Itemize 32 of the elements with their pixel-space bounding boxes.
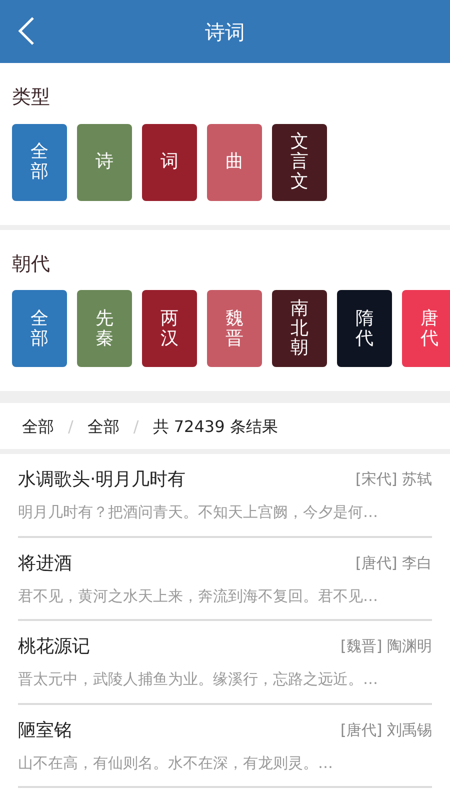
filter-chip[interactable]: 先秦 bbox=[77, 290, 132, 367]
poem-excerpt: 君不见，黄河之水天上来，奔流到海不复回。君不见… bbox=[18, 586, 379, 606]
poem-title[interactable]: 将进酒 bbox=[18, 550, 72, 576]
filter-chip[interactable]: 魏晋 bbox=[207, 290, 262, 367]
filter-label: 类型 bbox=[11, 85, 51, 110]
poem-title[interactable]: 桃花源记 bbox=[18, 633, 90, 660]
filter-chip[interactable]: 词 bbox=[142, 124, 197, 200]
filter-chip[interactable]: 曲 bbox=[207, 124, 262, 200]
poem-author: [唐代] 李白 bbox=[356, 552, 432, 574]
filter-chip[interactable]: 南北朝 bbox=[272, 290, 327, 367]
poem-author: [魏晋] 陶渊明 bbox=[340, 636, 432, 658]
filter-chip[interactable]: 唐代 bbox=[402, 290, 450, 367]
filter-chip[interactable]: 全部 bbox=[12, 124, 67, 200]
filter-chip[interactable]: 全部 bbox=[12, 290, 67, 367]
filter-chip[interactable]: 隋代 bbox=[337, 290, 392, 367]
filter-chip[interactable]: 文言文 bbox=[272, 124, 327, 200]
poem-excerpt: 明月几时有？把酒问青天。不知天上宫阙，今夕是何… bbox=[18, 502, 379, 523]
poem-title[interactable]: 水调歌头·明月几时有 bbox=[18, 466, 186, 493]
filter-label: 朝代 bbox=[11, 252, 51, 276]
poem-excerpt: 山不在高，有仙则名。水不在深，有龙则灵。… bbox=[18, 752, 334, 774]
breadcrumb-separator: / bbox=[133, 416, 139, 438]
filter-chip[interactable]: 两汉 bbox=[142, 290, 197, 367]
breadcrumb-separator: / bbox=[68, 416, 74, 438]
filter-chip[interactable]: 诗 bbox=[77, 124, 132, 200]
breadcrumb-item[interactable]: 全部 bbox=[22, 415, 54, 439]
result-count: 共 72439 条结果 bbox=[152, 416, 278, 438]
poem-title[interactable]: 陋室铭 bbox=[18, 716, 72, 744]
poem-author: [唐代] 刘禹锡 bbox=[340, 720, 432, 741]
page-title: 诗词 bbox=[205, 18, 245, 46]
poem-excerpt: 晋太元中，武陵人捕鱼为业。缘溪行，忘路之远近。… bbox=[18, 669, 379, 690]
breadcrumb-item[interactable]: 全部 bbox=[87, 415, 120, 439]
poem-author: [宋代] 苏轼 bbox=[356, 469, 432, 490]
